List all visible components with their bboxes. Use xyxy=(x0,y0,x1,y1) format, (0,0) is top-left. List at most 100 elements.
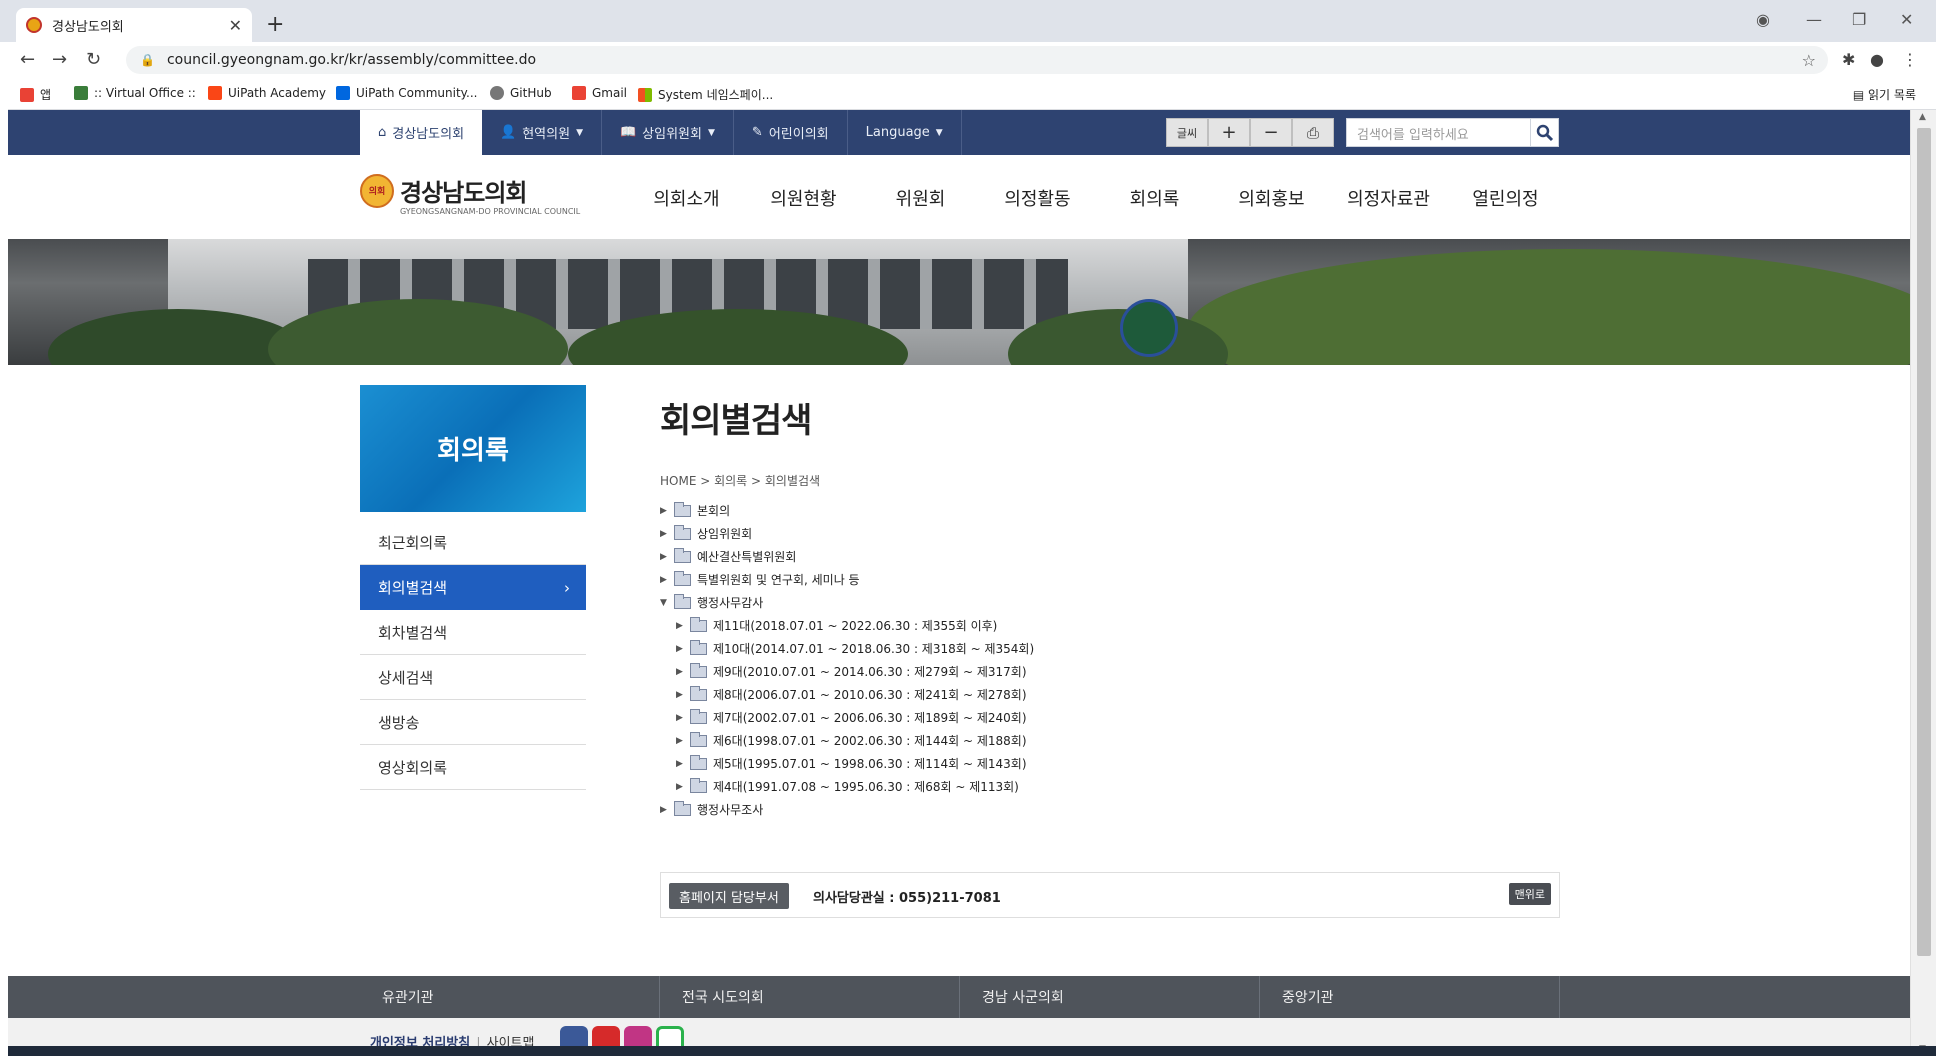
bookmark-label: UiPath Academy xyxy=(228,86,327,100)
expand-arrow-icon[interactable]: ▶ xyxy=(676,713,690,723)
expand-arrow-icon[interactable]: ▶ xyxy=(676,736,690,746)
expand-arrow-icon[interactable]: ▶ xyxy=(676,759,690,769)
expand-arrow-icon[interactable]: ▶ xyxy=(676,644,690,654)
bookmark-system-namespace[interactable]: System 네임스페이... xyxy=(638,86,773,103)
top-nav-home[interactable]: ⌂ 경상남도의회 xyxy=(360,110,483,155)
tree-node[interactable]: ▶ 본회의 xyxy=(660,499,1560,522)
sidebar-item-detail-search[interactable]: 상세검색 xyxy=(360,655,586,700)
bookmark-apps[interactable]: 앱 xyxy=(20,86,51,103)
local-councils-dropdown[interactable]: 경남 사군의회 xyxy=(960,976,1260,1018)
print-icon[interactable]: ⎙ xyxy=(1292,118,1334,147)
main-menu-item[interactable]: 회의록 xyxy=(1096,185,1213,211)
os-taskbar xyxy=(8,1046,1936,1056)
bookmark-virtual-office[interactable]: :: Virtual Office :: xyxy=(74,86,196,100)
back-icon[interactable]: ← xyxy=(20,49,35,70)
reading-list[interactable]: ▤ 읽기 목록 xyxy=(1853,86,1916,103)
top-nav-label: Language xyxy=(865,125,930,140)
top-nav-members[interactable]: 👤 현역의원 ▼ xyxy=(482,110,602,155)
top-nav-committees[interactable]: 📖 상임위원회 ▼ xyxy=(602,110,734,155)
sidebar-item-video-minutes[interactable]: 영상회의록 xyxy=(360,745,586,790)
forward-icon[interactable]: → xyxy=(52,49,67,70)
main-menu-item[interactable]: 의회소개 xyxy=(628,185,745,211)
expand-arrow-icon[interactable]: ▶ xyxy=(660,552,674,562)
close-window-icon[interactable]: ✕ xyxy=(1900,10,1913,29)
scrollbar-thumb[interactable] xyxy=(1917,128,1931,956)
tree-node[interactable]: ▶ 행정사무조사 xyxy=(660,798,1560,821)
expand-arrow-icon[interactable]: ▶ xyxy=(660,575,674,585)
profile-avatar-icon[interactable]: ● xyxy=(1870,50,1884,69)
chevron-down-icon: ▼ xyxy=(707,127,715,138)
sidebar-item-by-session[interactable]: 회차별검색 xyxy=(360,610,586,655)
font-size-tools: 글씨 + − ⎙ xyxy=(1166,118,1334,147)
main-menu-item[interactable]: 의회홍보 xyxy=(1213,185,1330,211)
home-icon: ⌂ xyxy=(378,125,387,140)
folder-icon xyxy=(690,616,707,632)
expand-arrow-icon[interactable]: ▶ xyxy=(676,782,690,792)
scroll-up-icon[interactable]: ▲ xyxy=(1919,112,1926,122)
bookmark-github[interactable]: GitHub xyxy=(490,86,552,100)
page-scrollbar[interactable]: ▲ ▼ xyxy=(1910,110,1936,1056)
browser-menu-icon[interactable]: ⋮ xyxy=(1902,50,1918,69)
top-nav-label: 어린이의회 xyxy=(768,127,829,142)
council-favicon-icon xyxy=(26,17,42,33)
expand-arrow-icon[interactable]: ▶ xyxy=(660,506,674,516)
minimize-icon[interactable]: — xyxy=(1806,10,1822,29)
sidebar-item-by-meeting[interactable]: 회의별검색 › xyxy=(360,565,586,610)
close-tab-icon[interactable]: ✕ xyxy=(229,16,242,35)
font-decrease-button[interactable]: − xyxy=(1250,118,1292,147)
meeting-tree: ▶ 본회의 ▶ 상임위원회 ▶ 예산결산특별위원회 ▶ 특별위원회 및 연구회,… xyxy=(660,499,1560,821)
tree-child-node[interactable]: ▶ 제11대(2018.07.01 ~ 2022.06.30 : 제355회 이… xyxy=(660,614,1560,637)
tree-child-node[interactable]: ▶ 제4대(1991.07.08 ~ 1995.06.30 : 제68회 ~ 제… xyxy=(660,775,1560,798)
expand-arrow-icon[interactable]: ▶ xyxy=(676,667,690,677)
site-logo[interactable]: 의회 경상남도의회 GYEONGSANGNAM-DO PROVINCIAL CO… xyxy=(360,173,580,216)
sidebar-item-live[interactable]: 생방송 xyxy=(360,700,586,745)
site-search-input[interactable]: 검색어를 입력하세요 xyxy=(1346,118,1540,147)
tree-node-label: 제11대(2018.07.01 ~ 2022.06.30 : 제355회 이후) xyxy=(713,619,998,633)
breadcrumb: HOME > 회의록 > 회의별검색 xyxy=(660,474,821,488)
bookmark-uipath-community[interactable]: UiPath Community... xyxy=(336,86,477,100)
new-tab-icon[interactable]: + xyxy=(266,12,284,37)
related-sites-dropdown[interactable]: 유관기관 xyxy=(360,976,660,1018)
main-menu-item[interactable]: 열린의정 xyxy=(1447,185,1564,211)
tree-child-node[interactable]: ▶ 제9대(2010.07.01 ~ 2014.06.30 : 제279회 ~ … xyxy=(660,660,1560,683)
tree-node-label: 제10대(2014.07.01 ~ 2018.06.30 : 제318회 ~ 제… xyxy=(713,642,1035,656)
browser-tab[interactable]: 경상남도의회 ✕ xyxy=(16,8,252,42)
tree-child-node[interactable]: ▶ 제6대(1998.07.01 ~ 2002.06.30 : 제144회 ~ … xyxy=(660,729,1560,752)
bookmark-label: 앱 xyxy=(40,88,52,102)
tree-child-node[interactable]: ▶ 제5대(1995.07.01 ~ 1998.06.30 : 제114회 ~ … xyxy=(660,752,1560,775)
tree-node[interactable]: ▶ 예산결산특별위원회 xyxy=(660,545,1560,568)
bookmark-gmail[interactable]: Gmail xyxy=(572,86,627,100)
bookmark-star-icon[interactable]: ☆ xyxy=(1802,51,1816,70)
address-bar[interactable]: 🔒 council.gyeongnam.go.kr/kr/assembly/co… xyxy=(126,46,1828,74)
expand-arrow-icon[interactable]: ▶ xyxy=(660,529,674,539)
tree-node[interactable]: ▶ 상임위원회 xyxy=(660,522,1560,545)
search-button[interactable] xyxy=(1530,118,1559,147)
folder-icon xyxy=(674,800,691,816)
expand-arrow-icon[interactable]: ▶ xyxy=(676,690,690,700)
site-header: 의회 경상남도의회 GYEONGSANGNAM-DO PROVINCIAL CO… xyxy=(8,155,1910,239)
reload-icon[interactable]: ↻ xyxy=(86,49,101,70)
tree-node-expanded[interactable]: ▼ 행정사무감사 xyxy=(660,591,1560,614)
central-agencies-dropdown[interactable]: 중앙기관 xyxy=(1260,976,1560,1018)
main-menu-item[interactable]: 위원회 xyxy=(862,185,979,211)
main-menu-item[interactable]: 의정활동 xyxy=(979,185,1096,211)
main-menu-item[interactable]: 의원현황 xyxy=(745,185,862,211)
tree-child-node[interactable]: ▶ 제7대(2002.07.01 ~ 2006.06.30 : 제189회 ~ … xyxy=(660,706,1560,729)
main-menu-item[interactable]: 의정자료관 xyxy=(1330,185,1447,211)
restore-icon[interactable]: ❐ xyxy=(1852,10,1866,29)
top-nav-children-council[interactable]: ✎ 어린이의회 xyxy=(734,110,848,155)
tree-child-node[interactable]: ▶ 제8대(2006.07.01 ~ 2010.06.30 : 제241회 ~ … xyxy=(660,683,1560,706)
expand-arrow-icon[interactable]: ▶ xyxy=(660,805,674,815)
collapse-arrow-icon[interactable]: ▼ xyxy=(660,598,674,608)
tree-node[interactable]: ▶ 특별위원회 및 연구회, 세미나 등 xyxy=(660,568,1560,591)
sidebar-item-recent[interactable]: 최근회의록 xyxy=(360,520,586,565)
provincial-councils-dropdown[interactable]: 전국 시도의회 xyxy=(660,976,960,1018)
expand-arrow-icon[interactable]: ▶ xyxy=(676,621,690,631)
font-increase-button[interactable]: + xyxy=(1208,118,1250,147)
back-to-top-button[interactable]: 맨위로 xyxy=(1508,883,1551,905)
profile-dropdown-icon[interactable]: ◉ xyxy=(1756,10,1770,29)
tree-child-node[interactable]: ▶ 제10대(2014.07.01 ~ 2018.06.30 : 제318회 ~… xyxy=(660,637,1560,660)
extensions-icon[interactable]: ✱ xyxy=(1842,50,1855,69)
top-nav-language[interactable]: Language ▼ xyxy=(848,110,962,155)
bookmark-uipath-academy[interactable]: UiPath Academy xyxy=(208,86,326,100)
